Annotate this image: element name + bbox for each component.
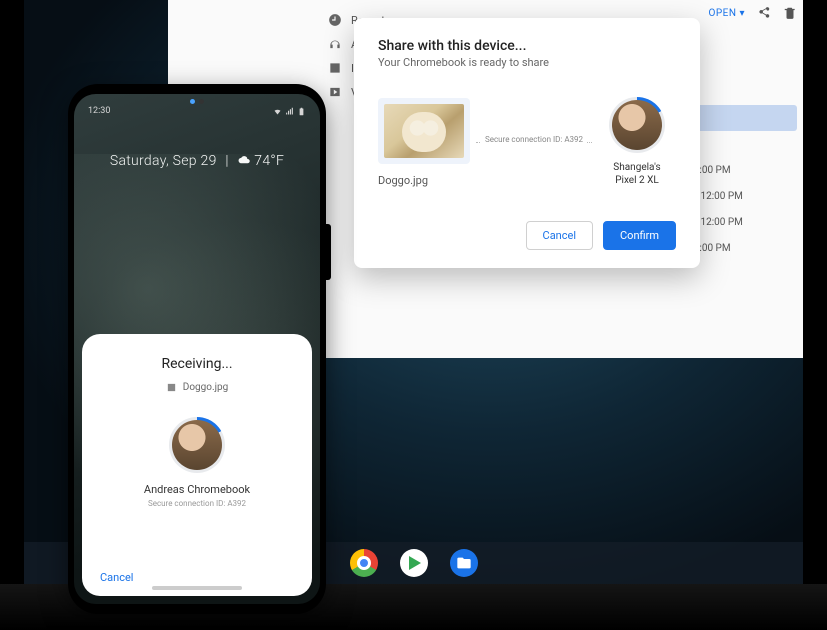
share-icon[interactable] <box>757 6 771 20</box>
status-bar: 12:30 <box>74 94 320 116</box>
image-icon <box>328 61 342 75</box>
status-time: 12:30 <box>88 106 110 116</box>
receiver-progress-ring <box>609 97 665 153</box>
receiver-avatar <box>612 100 662 150</box>
sender-progress-ring <box>169 417 225 473</box>
receiver: Shangela's Pixel 2 XL <box>598 97 676 187</box>
clock-icon <box>328 13 342 27</box>
delete-icon[interactable] <box>783 6 797 20</box>
video-icon <box>328 85 342 99</box>
image-file-icon <box>166 382 177 393</box>
dialog-title: Share with this device... <box>378 38 676 54</box>
headphones-icon <box>328 37 342 51</box>
file-name: Doggo.jpg <box>378 174 470 187</box>
connection-id: Secure connection ID: A392 <box>481 135 587 144</box>
share-dialog: Share with this device... Your Chromeboo… <box>354 18 700 268</box>
incoming-file: Doggo.jpg <box>100 382 294 393</box>
gesture-nav-pill[interactable] <box>152 586 242 590</box>
phone-screen: 12:30 Saturday, Sep 29 | 74°F Receiving.… <box>74 94 320 604</box>
confirm-button[interactable]: Confirm <box>603 221 676 250</box>
sender-device: Andreas Chromebook <box>100 483 294 496</box>
play-store-icon[interactable] <box>400 549 428 577</box>
wifi-icon <box>273 107 282 116</box>
sheet-title: Receiving... <box>100 356 294 372</box>
sheet-cancel-button[interactable]: Cancel <box>100 571 133 584</box>
files-app-icon[interactable] <box>450 549 478 577</box>
sheet-connection-id: Secure connection ID: A392 <box>100 499 294 508</box>
file-thumbnail <box>378 98 470 164</box>
connection-line: Secure connection ID: A392 <box>476 142 592 143</box>
open-button[interactable]: OPEN ▾ <box>708 8 745 19</box>
receiving-sheet: Receiving... Doggo.jpg Andreas Chromeboo… <box>82 334 312 596</box>
sender-avatar <box>172 420 222 470</box>
receiver-name: Shangela's Pixel 2 XL <box>613 161 660 187</box>
phone-frame: 12:30 Saturday, Sep 29 | 74°F Receiving.… <box>68 84 326 614</box>
chevron-down-icon: ▾ <box>739 8 745 19</box>
dialog-subtitle: Your Chromebook is ready to share <box>378 56 676 69</box>
chrome-icon[interactable] <box>350 549 378 577</box>
signal-icon <box>285 107 294 116</box>
files-toolbar: OPEN ▾ <box>708 6 797 20</box>
cancel-button[interactable]: Cancel <box>526 221 593 250</box>
battery-icon <box>297 107 306 116</box>
